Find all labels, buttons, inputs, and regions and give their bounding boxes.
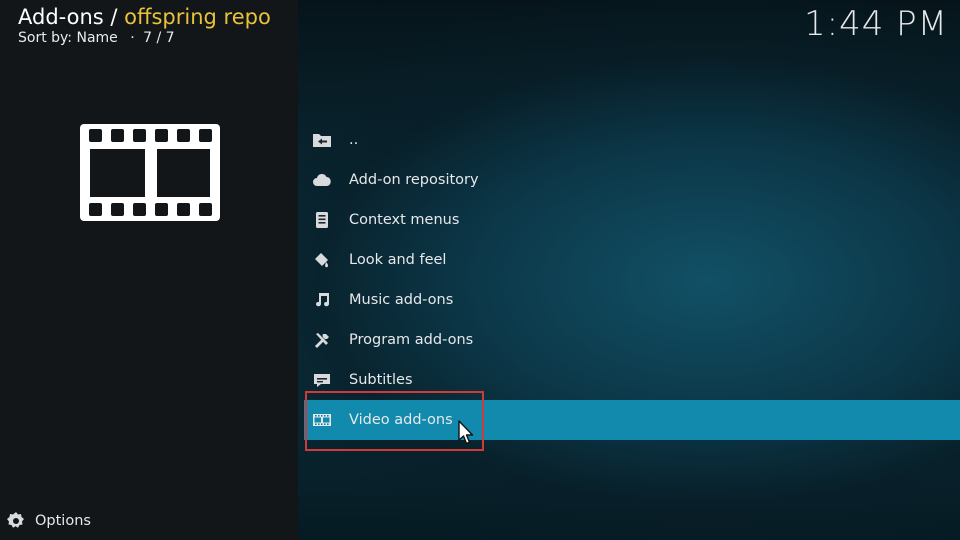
page-title: Add-ons / offspring repo [18,5,271,29]
list-item-video-addons[interactable]: Video add-ons [304,400,960,440]
list-item-label: Music add-ons [349,292,454,308]
folder-back-icon [313,134,331,147]
list-item-label: Video add-ons [349,412,453,428]
kodi-addons-screen: Add-ons / offspring repo Sort by: Name ·… [0,0,960,540]
options-button[interactable]: Options [6,511,91,531]
left-panel [0,0,298,540]
list-item-program-addons[interactable]: Program add-ons [304,320,960,360]
film-icon [313,414,331,426]
title-prefix: Add-ons / [18,5,125,29]
sort-label: Sort by: Name [18,30,118,46]
list-item-music-addons[interactable]: Music add-ons [304,280,960,320]
item-count: 7 / 7 [143,30,175,46]
options-label: Options [35,513,91,529]
sort-separator: · [130,30,135,46]
tools-icon [315,333,329,348]
cloud-icon [313,173,331,186]
list-item-label: Program add-ons [349,332,474,348]
list-item-label: Context menus [349,212,460,228]
addon-category-list: .. Add-on repository Context menus Look … [304,120,960,440]
paint-bucket-icon [315,253,328,268]
list-item-look-and-feel[interactable]: Look and feel [304,240,960,280]
list-item-label: Subtitles [349,372,413,388]
list-item-label: .. [349,132,359,148]
list-item-label: Add-on repository [349,172,479,188]
list-item-context-menus[interactable]: Context menus [304,200,960,240]
list-item-parent[interactable]: .. [304,120,960,160]
mouse-pointer-icon [458,420,474,445]
context-menu-icon [316,212,328,228]
music-note-icon [316,293,330,307]
title-repo-name: offspring repo [124,5,271,29]
list-item-label: Look and feel [349,252,447,268]
subtitles-icon [314,374,330,387]
options-gear-icon [7,512,24,528]
list-item-subtitles[interactable]: Subtitles [304,360,960,400]
page-header: Add-ons / offspring repo Sort by: Name ·… [18,5,271,47]
list-item-addon-repository[interactable]: Add-on repository [304,160,960,200]
film-strip-icon [80,124,220,221]
sort-info: Sort by: Name · 7 / 7 [18,29,271,47]
clock: 1:44 PM [804,4,948,44]
